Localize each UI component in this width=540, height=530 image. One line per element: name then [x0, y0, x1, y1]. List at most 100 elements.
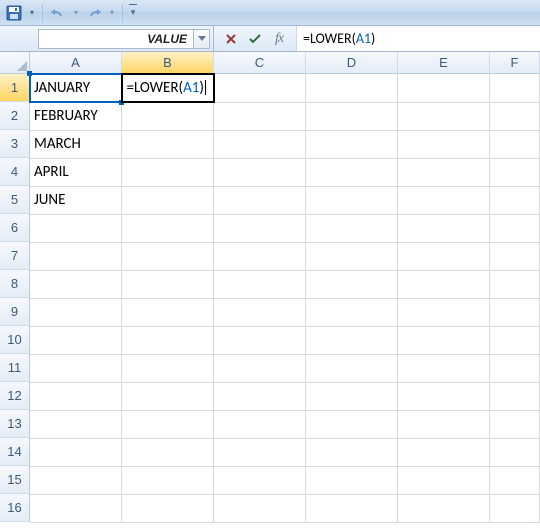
cell-E15[interactable]	[398, 466, 490, 494]
cell-E16[interactable]	[398, 494, 490, 522]
column-header-B[interactable]: B	[122, 52, 214, 74]
undo-dropdown[interactable]: ▾	[71, 8, 81, 17]
name-box-dropdown[interactable]	[194, 29, 210, 49]
cell-A14[interactable]	[30, 438, 122, 466]
cell-A3[interactable]: MARCH	[30, 130, 122, 158]
cell-B3[interactable]	[122, 130, 214, 158]
cell-D11[interactable]	[306, 354, 398, 382]
cell-B7[interactable]	[122, 242, 214, 270]
cell-D2[interactable]	[306, 102, 398, 130]
cell-C10[interactable]	[214, 326, 306, 354]
row-header-15[interactable]: 15	[0, 466, 30, 494]
column-header-F[interactable]: F	[490, 52, 540, 74]
cell-C5[interactable]	[214, 186, 306, 214]
row-header-11[interactable]: 11	[0, 354, 30, 382]
cell-E7[interactable]	[398, 242, 490, 270]
name-box[interactable]: VALUE	[38, 29, 194, 49]
cell-C16[interactable]	[214, 494, 306, 522]
cell-F12[interactable]	[490, 382, 540, 410]
cell-A4[interactable]: APRIL	[30, 158, 122, 186]
cell-C4[interactable]	[214, 158, 306, 186]
cell-C15[interactable]	[214, 466, 306, 494]
cell-F13[interactable]	[490, 410, 540, 438]
cancel-button[interactable]	[220, 29, 242, 49]
redo-dropdown[interactable]: ▾	[107, 8, 117, 17]
column-header-D[interactable]: D	[306, 52, 398, 74]
cell-E8[interactable]	[398, 270, 490, 298]
cell-D12[interactable]	[306, 382, 398, 410]
cell-B4[interactable]	[122, 158, 214, 186]
cell-F1[interactable]	[490, 74, 540, 102]
cell-B12[interactable]	[122, 382, 214, 410]
cell-B15[interactable]	[122, 466, 214, 494]
cell-E12[interactable]	[398, 382, 490, 410]
row-header-10[interactable]: 10	[0, 326, 30, 354]
row-header-6[interactable]: 6	[0, 214, 30, 242]
cell-D4[interactable]	[306, 158, 398, 186]
cell-D14[interactable]	[306, 438, 398, 466]
cell-C8[interactable]	[214, 270, 306, 298]
qat-customize-save[interactable]: ▾	[27, 8, 37, 17]
cells-grid[interactable]: JANUARY=LOWER(A1)FEBRUARYMARCHAPRILJUNE	[30, 74, 540, 523]
cell-E3[interactable]	[398, 130, 490, 158]
cell-E1[interactable]	[398, 74, 490, 102]
row-header-13[interactable]: 13	[0, 410, 30, 438]
cell-B13[interactable]	[122, 410, 214, 438]
cell-B14[interactable]	[122, 438, 214, 466]
cell-F16[interactable]	[490, 494, 540, 522]
cell-A1[interactable]: JANUARY	[30, 74, 122, 102]
cell-E13[interactable]	[398, 410, 490, 438]
row-header-12[interactable]: 12	[0, 382, 30, 410]
insert-function-button[interactable]: fx	[268, 29, 290, 49]
cell-C14[interactable]	[214, 438, 306, 466]
row-header-2[interactable]: 2	[0, 102, 30, 130]
cell-B9[interactable]	[122, 298, 214, 326]
row-header-7[interactable]: 7	[0, 242, 30, 270]
cell-D7[interactable]	[306, 242, 398, 270]
cell-F2[interactable]	[490, 102, 540, 130]
column-header-A[interactable]: A	[30, 52, 122, 74]
row-header-8[interactable]: 8	[0, 270, 30, 298]
cell-F9[interactable]	[490, 298, 540, 326]
select-all-corner[interactable]	[0, 52, 30, 74]
row-header-4[interactable]: 4	[0, 158, 30, 186]
cell-D6[interactable]	[306, 214, 398, 242]
cell-D5[interactable]	[306, 186, 398, 214]
cell-F4[interactable]	[490, 158, 540, 186]
cell-E11[interactable]	[398, 354, 490, 382]
formula-bar-input[interactable]: =LOWER(A1)	[296, 26, 540, 51]
cell-E10[interactable]	[398, 326, 490, 354]
row-header-3[interactable]: 3	[0, 130, 30, 158]
cell-C2[interactable]	[214, 102, 306, 130]
cell-A16[interactable]	[30, 494, 122, 522]
cell-A8[interactable]	[30, 270, 122, 298]
cell-E4[interactable]	[398, 158, 490, 186]
row-header-5[interactable]: 5	[0, 186, 30, 214]
cell-A6[interactable]	[30, 214, 122, 242]
cell-A9[interactable]	[30, 298, 122, 326]
cell-E2[interactable]	[398, 102, 490, 130]
cell-F5[interactable]	[490, 186, 540, 214]
cell-C12[interactable]	[214, 382, 306, 410]
cell-D15[interactable]	[306, 466, 398, 494]
column-header-E[interactable]: E	[398, 52, 490, 74]
cell-D16[interactable]	[306, 494, 398, 522]
cell-D10[interactable]	[306, 326, 398, 354]
cell-D13[interactable]	[306, 410, 398, 438]
undo-button[interactable]	[48, 3, 68, 23]
cell-C3[interactable]	[214, 130, 306, 158]
cell-F3[interactable]	[490, 130, 540, 158]
cell-F7[interactable]	[490, 242, 540, 270]
cell-E5[interactable]	[398, 186, 490, 214]
cell-A15[interactable]	[30, 466, 122, 494]
save-button[interactable]	[4, 3, 24, 23]
cell-F8[interactable]	[490, 270, 540, 298]
cell-D3[interactable]	[306, 130, 398, 158]
cell-F14[interactable]	[490, 438, 540, 466]
cell-A10[interactable]	[30, 326, 122, 354]
cell-D9[interactable]	[306, 298, 398, 326]
cell-F10[interactable]	[490, 326, 540, 354]
cell-C11[interactable]	[214, 354, 306, 382]
qat-customize[interactable]: ▾	[128, 7, 138, 18]
column-header-C[interactable]: C	[214, 52, 306, 74]
